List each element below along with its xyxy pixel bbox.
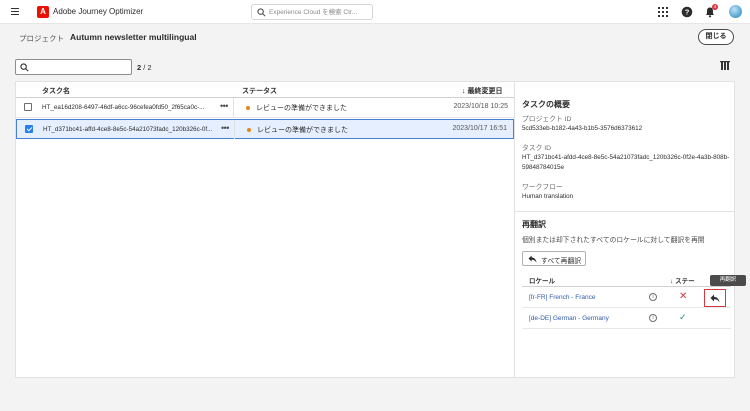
column-header-status[interactable]: ステータス: [242, 86, 277, 96]
task-name[interactable]: HT_d371bc41-affd-4ce8-8e5c-54a21073fadc_…: [43, 126, 219, 133]
search-icon: [257, 8, 266, 17]
column-header-locale-status[interactable]: ↓ ステー: [670, 275, 695, 285]
hamburger-icon[interactable]: [11, 8, 19, 15]
row-checkbox[interactable]: [24, 103, 32, 111]
column-settings-icon[interactable]: [720, 61, 730, 71]
page-title: Autumn newsletter multilingual: [70, 32, 197, 42]
retranslate-tooltip: 再翻訳: [710, 275, 746, 286]
row-checkbox[interactable]: [25, 125, 33, 133]
table-row[interactable]: HT_ea16d208-6497-46df-a6cc-96cefea0fd50_…: [16, 98, 514, 118]
status-dot-icon: [247, 128, 251, 132]
top-bar: A Adobe Journey Optimizer ? 4: [0, 0, 750, 24]
retranslate-title: 再翻訳: [522, 220, 546, 229]
search-icon: [20, 63, 29, 72]
breadcrumb-prefix: プロジェクト: [19, 34, 64, 43]
task-date: 2023/10/17 16:51: [452, 125, 508, 132]
approved-check-icon: ✓: [679, 312, 687, 322]
result-count: 2 / 2: [137, 63, 152, 72]
column-header-modified[interactable]: ↓ 最終変更日: [462, 86, 502, 96]
notification-badge: 4: [712, 4, 718, 10]
column-header-modified-label: 最終変更日: [467, 88, 503, 95]
task-date: 2023/10/18 10:25: [453, 103, 509, 110]
task-status: レビューの準備ができました: [256, 105, 347, 112]
locale-link[interactable]: [fr-FR] French - France: [529, 294, 595, 301]
workflow-value: Human translation: [522, 193, 574, 200]
app-title: Adobe Journey Optimizer: [53, 7, 144, 16]
info-icon[interactable]: i: [649, 293, 657, 301]
more-actions-icon[interactable]: •••: [221, 123, 229, 133]
more-actions-icon[interactable]: •••: [220, 101, 228, 111]
close-button[interactable]: 閉じる: [698, 29, 734, 45]
reply-icon: [710, 294, 720, 303]
retranslate-locale-button[interactable]: [704, 289, 726, 307]
count-total: / 2: [143, 63, 152, 72]
task-details-panel: タスクの概要 プロジェクト ID 5cd533eb-b182-4a43-b1b5…: [514, 82, 746, 377]
rejected-x-icon: ✕: [679, 291, 688, 302]
retranslate-all-button[interactable]: すべて再翻訳: [522, 251, 586, 266]
global-search[interactable]: [251, 4, 373, 20]
task-search-input[interactable]: [33, 62, 128, 73]
task-id-label: タスク ID: [522, 145, 552, 152]
column-divider: [234, 120, 235, 139]
project-id-label: プロジェクト ID: [522, 116, 572, 123]
task-id-value-line2: 59848784015e: [522, 164, 565, 171]
locale-table-header: ロケール ↓ ステー: [522, 271, 731, 287]
task-name[interactable]: HT_ea16d208-6497-46df-a6cc-96cefea0fd50_…: [42, 104, 218, 111]
svg-text:?: ?: [685, 8, 690, 17]
tasks-panel: タスク名 ステータス ↓ 最終変更日 HT_ea16d208-6497-46df…: [15, 81, 746, 378]
task-status: レビューの準備ができました: [257, 127, 348, 134]
details-divider: [515, 211, 735, 212]
retranslate-all-label: すべて再翻訳: [541, 258, 582, 265]
status-dot-icon: [246, 106, 250, 110]
retranslate-description: 個別または却下されたすべてのロケールに対して翻訳を再開: [522, 237, 705, 244]
workflow-label: ワークフロー: [522, 184, 563, 191]
project-id-value: 5cd533eb-b182-4a43-b1b5-3576d6373612: [522, 125, 643, 132]
info-icon[interactable]: i: [649, 314, 657, 322]
column-divider: [233, 98, 234, 117]
apps-grid-icon[interactable]: [657, 6, 669, 18]
column-header-locale-status-label: ステー: [675, 278, 695, 285]
locale-link[interactable]: [de-DE] German - Germany: [529, 315, 609, 322]
count-shown: 2: [137, 63, 142, 72]
locale-row: [de-DE] German - Germany i ✓: [522, 309, 731, 329]
reply-icon: [528, 255, 537, 263]
locale-row: [fr-FR] French - France i ✕: [522, 288, 731, 308]
sort-arrow-icon: ↓: [670, 278, 674, 285]
global-search-input[interactable]: [269, 7, 369, 18]
help-icon[interactable]: ?: [681, 6, 693, 18]
avatar[interactable]: [729, 5, 742, 18]
task-id-value-line1: HT_d371bc41-afdd-4ce8-8e5c-54a21073fadc_…: [522, 154, 730, 161]
column-header-locale[interactable]: ロケール: [529, 275, 555, 285]
adobe-logo-icon: A: [37, 6, 49, 18]
column-header-name[interactable]: タスク名: [42, 86, 70, 96]
details-title: タスクの概要: [522, 100, 570, 109]
task-search-field[interactable]: [15, 59, 132, 75]
sort-arrow-icon: ↓: [462, 88, 466, 95]
table-row[interactable]: HT_d371bc41-affd-4ce8-8e5c-54a21073fadc_…: [16, 119, 514, 139]
